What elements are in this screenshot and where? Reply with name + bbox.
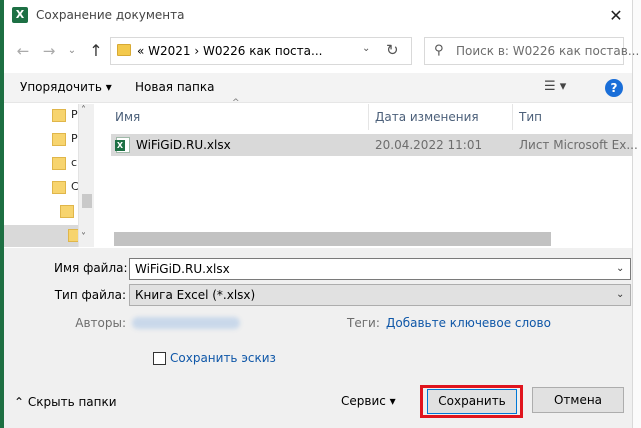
refresh-icon[interactable]: ↻ (386, 41, 399, 59)
hide-folders-button[interactable]: ⌃ Скрыть папки (14, 395, 117, 409)
close-button[interactable]: ✕ (603, 3, 629, 29)
file-type: Лист Microsoft Ex... (519, 138, 638, 152)
help-icon[interactable]: ? (605, 79, 623, 97)
search-placeholder: Поиск в: W0226 как постав... (456, 44, 640, 58)
scroll-up-icon[interactable]: ˄ (81, 105, 86, 116)
folder-icon (117, 44, 131, 56)
filetype-value[interactable]: Книга Excel (*.xlsx) (135, 288, 255, 302)
save-options-panel: Имя файла: WiFiGiD.RU.xlsx ⌄ Тип файла: … (4, 248, 632, 428)
scroll-down-icon[interactable]: ˅ (81, 232, 86, 243)
excel-badge-icon: X (115, 140, 125, 151)
search-icon: ⚲ (434, 43, 444, 58)
file-list[interactable]: ^ Имя Дата изменения Тип X WiFiGiD.RU.xl… (108, 98, 638, 247)
column-separator[interactable] (512, 104, 513, 130)
authors-label: Авторы: (75, 316, 126, 330)
horizontal-scrollbar[interactable] (114, 232, 551, 246)
excel-file-icon: X (115, 137, 130, 153)
table-row[interactable]: X WiFiGiD.RU.xlsx 20.04.2022 11:01 Лист … (111, 134, 638, 156)
save-button[interactable]: Сохранить (427, 389, 517, 414)
tags-input[interactable]: Добавьте ключевое слово (386, 316, 551, 330)
file-name[interactable]: WiFiGiD.RU.xlsx (136, 138, 231, 152)
nav-item-label[interactable]: P (71, 108, 78, 121)
back-arrow-icon[interactable]: ← (14, 42, 32, 60)
save-thumbnail-label[interactable]: Сохранить эскиз (170, 351, 276, 365)
folder-icon (52, 109, 66, 122)
column-header-modified[interactable]: Дата изменения (375, 110, 479, 124)
nav-selected-item[interactable] (4, 225, 78, 247)
navigation-pane[interactable]: P P c C ˄ ˅ (4, 104, 94, 247)
filetype-select[interactable]: Книга Excel (*.xlsx) ⌄ (129, 284, 631, 306)
excel-app-icon: X (12, 7, 28, 23)
up-arrow-icon[interactable]: ↑ (87, 41, 105, 61)
chevron-down-icon[interactable]: ⌄ (616, 263, 624, 274)
nav-item-label[interactable]: c (71, 156, 77, 169)
background-excel-edge-right (632, 0, 641, 428)
address-bar[interactable]: « W2021 › W0226 как поста... ⌄ ↻ (110, 37, 412, 65)
new-folder-button[interactable]: Новая папка (135, 80, 214, 94)
tools-menu-button[interactable]: Сервис ▾ (341, 394, 396, 408)
recent-locations-chevron-icon[interactable]: ⌄ (64, 43, 80, 59)
chevron-down-icon[interactable]: ⌄ (616, 289, 624, 300)
forward-arrow-icon[interactable]: → (40, 42, 58, 60)
title-bar: X Сохранение документа ✕ (4, 0, 632, 32)
folder-icon (60, 205, 74, 218)
filename-value[interactable]: WiFiGiD.RU.xlsx (135, 262, 230, 276)
filename-input[interactable]: WiFiGiD.RU.xlsx ⌄ (129, 258, 631, 280)
cancel-button[interactable]: Отмена (532, 387, 624, 413)
sort-ascending-icon: ^ (232, 98, 240, 108)
folder-icon (52, 133, 66, 146)
scroll-thumb[interactable] (82, 194, 92, 208)
nav-scrollbar[interactable]: ˄ ˅ (78, 104, 94, 247)
address-dropdown-icon[interactable]: ⌄ (362, 43, 370, 54)
column-header-type[interactable]: Тип (519, 110, 542, 124)
view-options-icon[interactable]: ☰ ▾ (544, 79, 566, 94)
folder-icon (52, 157, 66, 170)
window-title: Сохранение документа (36, 8, 185, 22)
filetype-label: Тип файла: (54, 288, 126, 302)
column-header-name[interactable]: Имя (115, 110, 140, 124)
filename-label: Имя файла: (54, 261, 128, 275)
tags-label: Теги: (347, 316, 380, 330)
search-input[interactable]: ⚲ Поиск в: W0226 как постав... (424, 37, 639, 65)
authors-value-blurred[interactable] (132, 317, 240, 329)
folder-icon (52, 181, 66, 194)
column-separator[interactable] (368, 104, 369, 130)
file-modified: 20.04.2022 11:01 (375, 138, 483, 152)
nav-item-label[interactable]: P (71, 132, 78, 145)
address-path[interactable]: « W2021 › W0226 как поста... (137, 44, 322, 58)
organize-button[interactable]: Упорядочить ▾ (20, 80, 112, 94)
save-thumbnail-checkbox[interactable] (153, 352, 166, 365)
toolbar: Упорядочить ▾ Новая папка ☰ ▾ ? (4, 73, 632, 103)
